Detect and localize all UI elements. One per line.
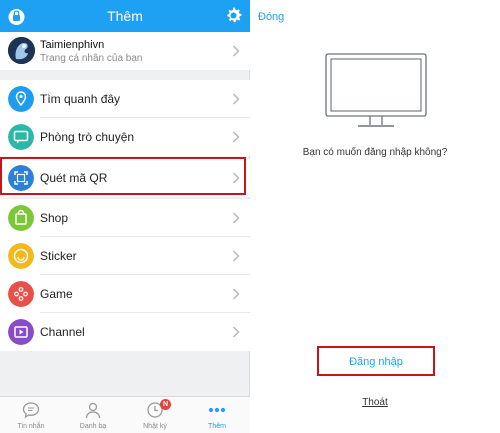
chevron-right-icon (233, 45, 240, 57)
exit-link[interactable]: Thoát (250, 397, 500, 408)
menu-item-nearby[interactable]: Tìm quanh đây (0, 80, 250, 118)
profile-subtitle: Trang cá nhân của bạn (40, 53, 143, 64)
tab-contacts[interactable]: Danh bạ (62, 400, 124, 432)
profile-name: Taimienphivn (40, 39, 105, 51)
menu-item-chat-room[interactable]: Phòng trò chuyện (0, 118, 250, 156)
gear-icon[interactable] (224, 6, 243, 25)
menu-item-game[interactable]: Game (0, 275, 250, 313)
menu-item-shop[interactable]: Shop (0, 199, 250, 237)
tab-label: Thêm (208, 423, 226, 430)
smiley-icon (8, 243, 34, 269)
tab-bar: Tin nhắn Danh bạ N Nhật ký Thêm (0, 396, 250, 433)
login-confirm-screen: Đóng Bạn có muốn đăng nhập không? Đăng n… (250, 0, 500, 433)
close-button[interactable]: Đóng (258, 11, 284, 23)
menu-item-label: Tìm quanh đây (40, 92, 121, 106)
monitor-icon (325, 53, 427, 127)
chevron-right-icon (233, 326, 240, 338)
more-screen: Thêm Taimienphivn Trang cá nhân của bạn (0, 0, 250, 433)
chevron-right-icon (233, 288, 240, 300)
tab-label: Tin nhắn (17, 423, 45, 430)
more-dots-icon (208, 407, 226, 413)
menu-item-label: Shop (40, 211, 69, 225)
message-icon (22, 402, 40, 419)
login-button-label: Đăng nhập (349, 356, 403, 368)
video-channel-icon (8, 319, 34, 345)
shop-bag-icon (8, 205, 34, 231)
notification-badge: N (160, 399, 171, 410)
tab-more[interactable]: Thêm (186, 400, 248, 432)
login-question: Bạn có muốn đăng nhập không? (302, 147, 448, 158)
menu-item-label: Game (40, 287, 73, 301)
chevron-right-icon (233, 250, 240, 262)
menu-item-channel[interactable]: Channel (0, 313, 250, 351)
menu-item-label: Channel (40, 325, 85, 339)
login-button[interactable]: Đăng nhập (317, 346, 435, 376)
chat-room-icon (8, 124, 34, 150)
menu-item-label: Sticker (40, 249, 77, 263)
header-bar: Thêm (0, 0, 250, 32)
tab-messages[interactable]: Tin nhắn (0, 400, 62, 432)
menu-item-sticker[interactable]: Sticker (0, 237, 250, 275)
qr-highlight-box (0, 157, 246, 195)
chevron-right-icon (233, 131, 240, 143)
menu-item-label: Phòng trò chuyện (40, 130, 135, 144)
location-pin-icon (8, 86, 34, 112)
tab-label: Nhật ký (143, 423, 167, 430)
contacts-icon (85, 402, 101, 419)
page-title: Thêm (107, 8, 143, 24)
chevron-right-icon (233, 212, 240, 224)
gamepad-icon (8, 281, 34, 307)
avatar (8, 37, 35, 64)
tab-diary[interactable]: N Nhật ký (124, 399, 186, 432)
profile-row[interactable]: Taimienphivn Trang cá nhân của bạn (0, 32, 250, 70)
tab-label: Danh bạ (79, 423, 107, 430)
chevron-right-icon (233, 93, 240, 105)
